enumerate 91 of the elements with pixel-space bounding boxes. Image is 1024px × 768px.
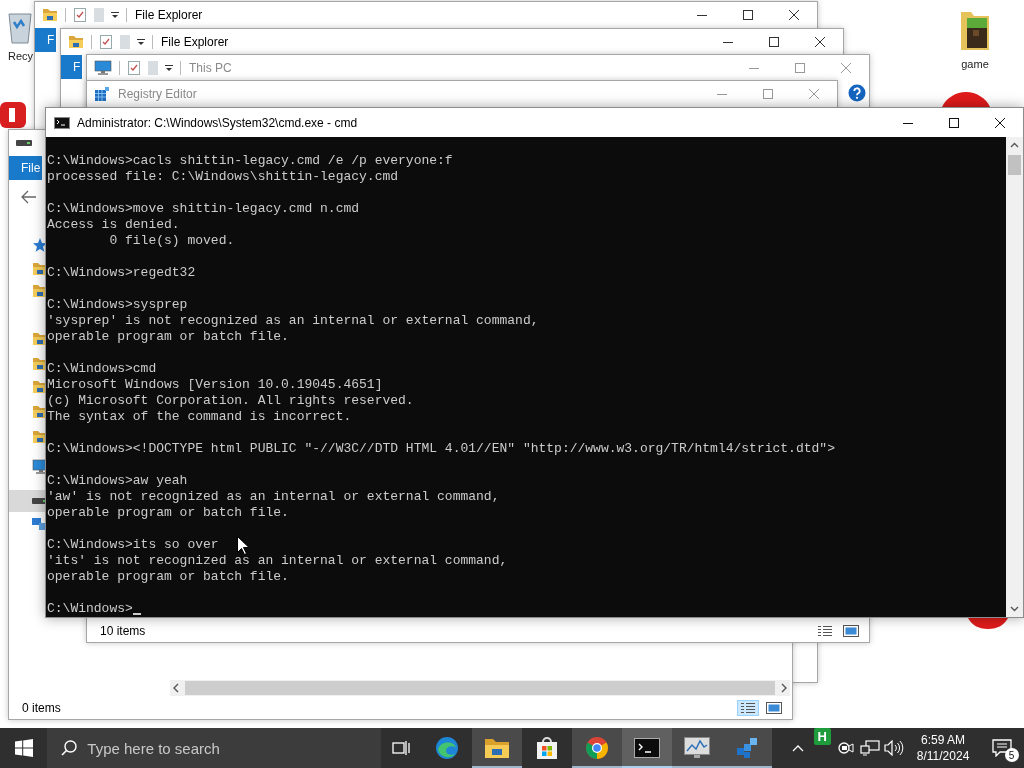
window-title: This PC: [189, 61, 232, 75]
help-icon[interactable]: [848, 84, 866, 102]
folder-icon: [42, 8, 58, 22]
close-icon: [841, 63, 851, 73]
camera-icon: [837, 740, 856, 756]
window-title: File Explorer: [161, 35, 229, 49]
console-line: C:\Windows><!DOCTYPE html PUBLIC "-//W3C//DTD HTML 4.01//EN" "http://www.w3.org/TR/html4/strict.dtd">: [47, 441, 835, 457]
caret-icon[interactable]: [165, 63, 173, 73]
taskbar-app[interactable]: [622, 728, 673, 768]
close-icon: [789, 10, 799, 20]
console-line: C:\Windows>move shittin-legacy.cmd n.cmd: [47, 201, 360, 217]
tray-badge[interactable]: H: [813, 728, 831, 745]
console-line: 'sysprep' is not recognized as an internal or external command,: [47, 313, 539, 329]
message-icon: [992, 739, 1013, 757]
console-icon: [54, 116, 70, 129]
icon-label[interactable]: game: [961, 58, 989, 70]
clock-time[interactable]: 6:59 AM: [921, 732, 966, 748]
console-line: C:\Windows>cacls shittin-legacy.cmd /e /p everyone:f: [47, 153, 453, 169]
notification-badge: 5: [1004, 748, 1019, 762]
windows-icon: [14, 739, 33, 757]
ribbon-tab[interactable]: File: [9, 156, 43, 180]
status-text: 0 items: [22, 701, 61, 715]
clock-date[interactable]: 8/11/2024: [916, 748, 970, 764]
console-line: 'its' is not recognized as an internal or external command,: [47, 553, 508, 569]
cubes-icon: [735, 736, 760, 760]
checklist-icon[interactable]: [73, 7, 87, 23]
checklist-icon[interactable]: [99, 34, 113, 50]
console-line: C:\Windows>aw yeah: [47, 473, 188, 489]
scrollbar-thumb[interactable]: [1008, 155, 1021, 175]
chevron-up-icon: [791, 744, 804, 752]
registry-icon: [94, 86, 110, 102]
browser-icon: [585, 736, 610, 760]
folder-icon[interactable]: [959, 10, 991, 52]
icon-label[interactable]: Recy: [8, 50, 34, 62]
console-line: The syntax of the command is incorrect.: [47, 409, 352, 425]
pointer-icon: [237, 536, 249, 555]
console-line: operable program or batch file.: [47, 329, 289, 345]
close-icon: [815, 37, 825, 47]
app-icon[interactable]: [968, 618, 1008, 629]
console-line: (c) Microsoft Corporation. All rights reserved.: [47, 393, 414, 409]
app-icon[interactable]: [942, 92, 990, 107]
maximize-icon: [795, 63, 805, 73]
back-arrow-icon[interactable]: [21, 190, 37, 204]
task-view-icon: [392, 740, 411, 756]
taskbar-app[interactable]: [472, 728, 523, 768]
checklist-icon[interactable]: [127, 60, 141, 76]
folder-icon: [484, 737, 511, 759]
maximize-icon: [743, 10, 753, 20]
close-icon: [809, 89, 819, 99]
console-line: C:\Windows>its so over: [47, 537, 219, 553]
star-icon: [32, 237, 48, 253]
console-line: 0 file(s) moved.: [108, 233, 235, 249]
ribbon-tab[interactable]: F: [35, 28, 57, 52]
maximize-icon: [769, 37, 779, 47]
window-title: Administrator: C:\Windows\System32\cmd.exe - cmd: [77, 115, 358, 130]
search-placeholder: Type here to search: [87, 739, 220, 757]
speaker-icon: [883, 740, 904, 756]
notifications-button[interactable]: 5: [980, 728, 1024, 768]
window-title: Registry Editor: [118, 87, 197, 101]
close-icon: [995, 117, 1005, 128]
console-line: operable program or batch file.: [47, 569, 289, 585]
network-icon: [860, 740, 881, 756]
ribbon-tab[interactable]: F: [61, 55, 83, 79]
console-line: C:\Windows>: [47, 601, 133, 617]
shopping-bag-icon: [535, 736, 560, 760]
console-line: processed file: C:\Windows\shittin-legacy.cmd: [47, 169, 399, 185]
console-line: Microsoft Windows [Version 10.0.19045.4651]: [47, 377, 383, 393]
console-line: C:\Windows>regedt32: [47, 265, 196, 281]
app-icon[interactable]: [0, 102, 26, 128]
caret-icon[interactable]: [111, 10, 119, 20]
text-cursor: [132, 613, 141, 615]
console-line: 'aw' is not recognized as an internal or external command,: [47, 489, 500, 505]
chart-window-icon: [684, 737, 711, 759]
console-icon: [634, 738, 661, 758]
browser-icon: [435, 736, 460, 760]
console-line: operable program or batch file.: [47, 505, 289, 521]
drive-icon: [16, 138, 32, 148]
taskbar-app[interactable]: [672, 728, 723, 768]
window-title: File Explorer: [135, 8, 203, 22]
maximize-icon: [949, 117, 959, 128]
console-line: Access is denied.: [47, 217, 180, 233]
console-line: C:\Windows>cmd: [47, 361, 157, 377]
scrollbar-thumb[interactable]: [185, 681, 775, 695]
folder-icon: [68, 35, 84, 49]
console-line: C:\Windows>sysprep: [47, 297, 188, 313]
monitor-icon: [94, 60, 112, 76]
maximize-icon: [763, 89, 773, 99]
search-box[interactable]: Type here to search: [47, 728, 381, 768]
status-text: 10 items: [100, 624, 146, 638]
caret-icon[interactable]: [137, 37, 145, 47]
search-icon: [61, 740, 78, 756]
